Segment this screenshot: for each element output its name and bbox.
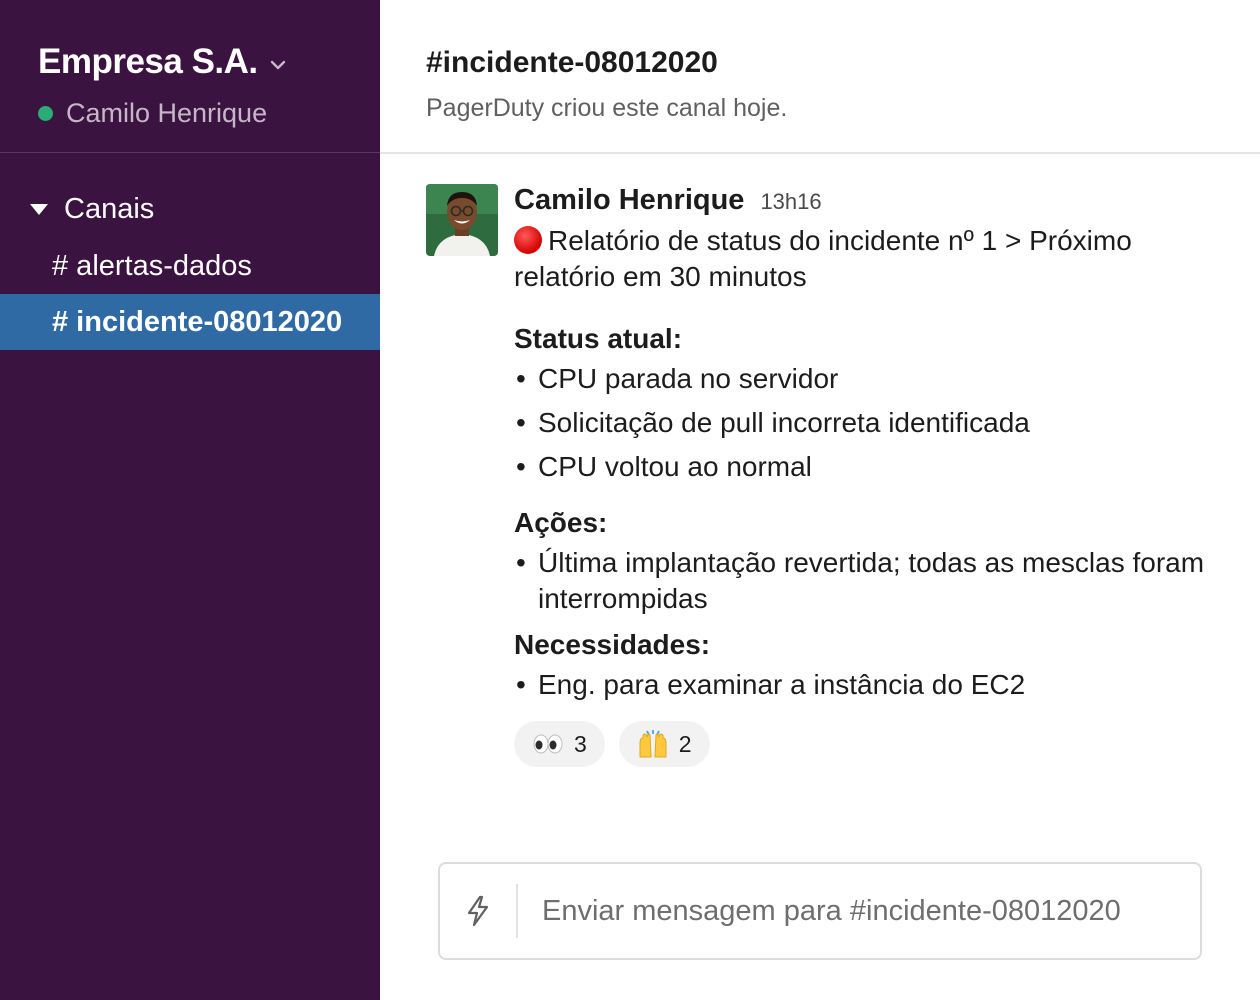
chevron-down-icon [270, 60, 285, 70]
reaction-raised-hands-button[interactable]: 2 [618, 721, 710, 767]
list-item: CPU parada no servidor [514, 361, 1214, 397]
list-item: Eng. para examinar a instância do EC2 [514, 667, 1214, 703]
message-composer [438, 862, 1202, 960]
reaction-count: 2 [678, 730, 692, 757]
status-section-title: Status atual: [514, 323, 683, 354]
list-item: Última implantação revertida; todas as m… [514, 545, 1214, 617]
sidebar-item-alertas-dados[interactable]: # alertas-dados [0, 238, 380, 294]
user-status-row: Camilo Henrique [38, 98, 380, 129]
actions-list: Última implantação revertida; todas as m… [514, 545, 1214, 617]
needs-list: Eng. para examinar a instância do EC2 [514, 667, 1214, 703]
reaction-count: 3 [574, 730, 587, 757]
raised-hands-emoji-icon [639, 730, 667, 758]
status-list: CPU parada no servidor Solicitação de pu… [514, 361, 1214, 485]
avatar-image [426, 184, 498, 256]
list-item: Solicitação de pull incorreta identifica… [514, 405, 1214, 441]
list-item: CPU voltou ao normal [514, 449, 1214, 485]
message-intro-text: Relatório de status do incidente nº 1 > … [514, 225, 1132, 292]
channels-section-label: Canais [64, 193, 155, 225]
channel-header: #incidente-08012020 PagerDuty criou este… [380, 0, 1260, 154]
sidebar-item-incidente-08012020[interactable]: # incidente-08012020 [0, 294, 380, 350]
reaction-eyes-button[interactable]: 3 [514, 721, 605, 767]
sidebar: Empresa S.A. Camilo Henrique Canais # al… [0, 0, 380, 1000]
caret-down-icon [30, 204, 48, 215]
actions-section-title: Ações: [514, 507, 608, 538]
current-user-name: Camilo Henrique [66, 98, 268, 128]
reactions-bar: 3 2 [514, 721, 1214, 767]
eyes-emoji-icon [533, 734, 563, 754]
channel-label: # incidente-08012020 [52, 305, 343, 338]
message-body: Camilo Henrique 13h16 Relatório de statu… [514, 184, 1214, 767]
workspace-menu[interactable]: Empresa S.A. Camilo Henrique [0, 0, 380, 153]
message-intro: Relatório de status do incidente nº 1 > … [514, 223, 1174, 295]
message-timestamp[interactable]: 13h16 [760, 189, 821, 215]
message-author[interactable]: Camilo Henrique [514, 184, 744, 217]
needs-section-title: Necessidades: [514, 629, 711, 660]
lightning-bolt-icon [467, 895, 489, 927]
channel-subtitle: PagerDuty criou este canal hoje. [426, 94, 788, 122]
main-pane: #incidente-08012020 PagerDuty criou este… [380, 0, 1260, 1000]
channel-title[interactable]: #incidente-08012020 [426, 46, 1260, 80]
message-header: Camilo Henrique 13h16 [514, 184, 1214, 217]
online-status-icon [38, 106, 53, 121]
workspace-name-row: Empresa S.A. [38, 42, 380, 82]
red-circle-icon [514, 226, 542, 254]
avatar[interactable] [426, 184, 498, 256]
workspace-name: Empresa S.A. [38, 42, 258, 81]
shortcuts-button[interactable] [440, 884, 518, 938]
message-input[interactable] [542, 894, 1182, 928]
channel-label: # alertas-dados [52, 249, 252, 282]
channels-section-toggle[interactable]: Canais [0, 193, 380, 226]
